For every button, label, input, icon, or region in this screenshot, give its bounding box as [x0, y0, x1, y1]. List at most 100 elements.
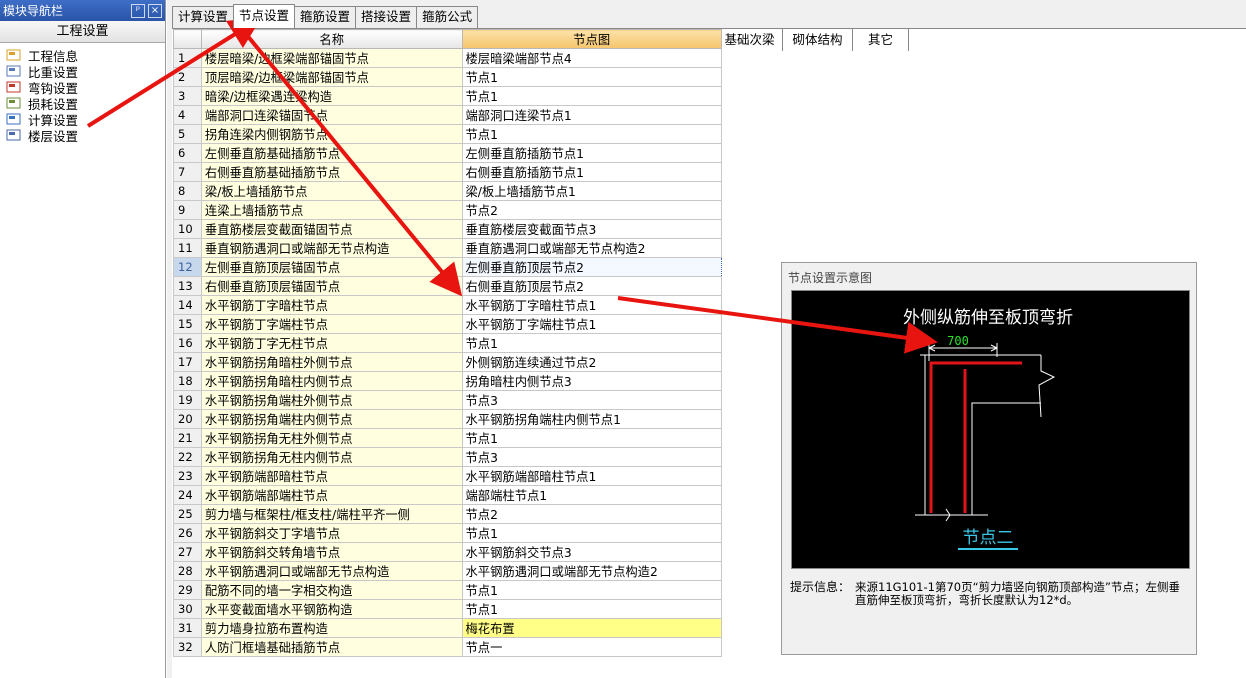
header-name[interactable]: 名称 — [200, 29, 463, 49]
tab-2[interactable]: 箍筋设置 — [294, 6, 357, 28]
row-number: 13 — [173, 276, 202, 296]
table-row[interactable]: 15 水平钢筋丁字端柱节点 水平钢筋丁字端柱节点1 — [173, 314, 722, 334]
table-row[interactable]: 16 水平钢筋丁字无柱节点 节点1 — [173, 333, 722, 353]
row-number: 6 — [173, 143, 202, 163]
table-row[interactable]: 19 水平钢筋拐角端柱外侧节点 节点3 — [173, 390, 722, 410]
row-node[interactable]: 节点2 — [461, 200, 722, 220]
table-row[interactable]: 23 水平钢筋端部暗柱节点 水平钢筋端部暗柱节点1 — [173, 466, 722, 486]
table-row[interactable]: 31 剪力墙身拉筋布置构造 梅花布置 — [173, 618, 722, 638]
loss-settings-icon — [6, 96, 22, 110]
row-name: 水平钢筋丁字端柱节点 — [200, 314, 463, 334]
table-row[interactable]: 1 楼层暗梁/边框梁端部锚固节点 楼层暗梁端部节点4 — [173, 48, 722, 68]
row-node[interactable]: 节点1 — [461, 580, 722, 600]
row-node[interactable]: 水平钢筋丁字暗柱节点1 — [461, 295, 722, 315]
row-node[interactable]: 节点1 — [461, 67, 722, 87]
row-node[interactable]: 水平钢筋端部暗柱节点1 — [461, 466, 722, 486]
table-row[interactable]: 27 水平钢筋斜交转角墙节点 水平钢筋斜交节点3 — [173, 542, 722, 562]
row-node[interactable]: 节点3 — [461, 390, 722, 410]
row-node[interactable]: 水平钢筋遇洞口或端部无节点构造2 — [461, 561, 722, 581]
table-row[interactable]: 4 端部洞口连梁锚固节点 端部洞口连梁节点1 — [173, 105, 722, 125]
row-name: 水平钢筋拐角无柱外侧节点 — [200, 428, 463, 448]
table-row[interactable]: 9 连梁上墙插筋节点 节点2 — [173, 200, 722, 220]
table-row[interactable]: 29 配筋不同的墙一字相交构造 节点1 — [173, 580, 722, 600]
row-number: 16 — [173, 333, 202, 353]
tab-4[interactable]: 箍筋公式 — [416, 6, 479, 28]
row-number: 28 — [173, 561, 202, 581]
row-number: 4 — [173, 105, 202, 125]
table-row[interactable]: 14 水平钢筋丁字暗柱节点 水平钢筋丁字暗柱节点1 — [173, 295, 722, 315]
row-node[interactable]: 垂直筋楼层变截面节点3 — [461, 219, 722, 239]
table-row[interactable]: 20 水平钢筋拐角端柱内侧节点 水平钢筋拐角端柱内侧节点1 — [173, 409, 722, 429]
table-row[interactable]: 18 水平钢筋拐角暗柱内侧节点 拐角暗柱内侧节点3 — [173, 371, 722, 391]
node-diagram: 外侧纵筋伸至板顶弯折 700 节点二 — [791, 290, 1190, 569]
table-row[interactable]: 22 水平钢筋拐角无柱内侧节点 节点3 — [173, 447, 722, 467]
row-node[interactable]: 节点一 — [461, 637, 722, 657]
header-node[interactable]: 节点图 — [461, 29, 722, 49]
row-node[interactable]: 水平钢筋拐角端柱内侧节点1 — [461, 409, 722, 429]
row-node[interactable]: 端部端柱节点1 — [461, 485, 722, 505]
table-row[interactable]: 5 拐角连梁内侧钢筋节点 节点1 — [173, 124, 722, 144]
table-row[interactable]: 6 左侧垂直筋基础插筋节点 左侧垂直筋插筋节点1 — [173, 143, 722, 163]
table-row[interactable]: 12 左侧垂直筋顶层锚固节点 左侧垂直筋顶层节点2 — [173, 257, 722, 277]
row-name: 水平钢筋拐角端柱内侧节点 — [200, 409, 463, 429]
row-node[interactable]: 节点1 — [461, 428, 722, 448]
tab-0[interactable]: 计算设置 — [172, 6, 235, 28]
row-node[interactable]: 节点1 — [461, 86, 722, 106]
row-node[interactable]: 节点2 — [461, 504, 722, 524]
row-name: 左侧垂直筋顶层锚固节点 — [200, 257, 463, 277]
row-node[interactable]: 右侧垂直筋顶层节点2 — [461, 276, 722, 296]
row-node[interactable]: 左侧垂直筋插筋节点1 — [461, 143, 722, 163]
table-row[interactable]: 10 垂直筋楼层变截面锚固节点 垂直筋楼层变截面节点3 — [173, 219, 722, 239]
table-row[interactable]: 3 暗梁/边框梁遇连梁构造 节点1 — [173, 86, 722, 106]
table-row[interactable]: 13 右侧垂直筋顶层锚固节点 右侧垂直筋顶层节点2 — [173, 276, 722, 296]
row-node[interactable]: 节点3 — [461, 447, 722, 467]
row-node[interactable]: 拐角暗柱内侧节点3 — [461, 371, 722, 391]
table-row[interactable]: 28 水平钢筋遇洞口或端部无节点构造 水平钢筋遇洞口或端部无节点构造2 — [173, 561, 722, 581]
row-node[interactable]: 垂直筋遇洞口或端部无节点构造2 — [461, 238, 722, 258]
tab-1[interactable]: 节点设置 — [233, 4, 296, 28]
hint-label: 提示信息： — [790, 580, 851, 594]
pin-icon[interactable]: ᵖ — [131, 3, 145, 18]
row-name: 顶层暗梁/边框梁端部锚固节点 — [200, 67, 463, 87]
row-node[interactable]: 节点1 — [461, 599, 722, 619]
table-row[interactable]: 11 垂直钢筋遇洞口或端部无节点构造 垂直筋遇洞口或端部无节点构造2 — [173, 238, 722, 258]
row-name: 人防门框墙基础插筋节点 — [200, 637, 463, 657]
row-number: 3 — [173, 86, 202, 106]
row-node[interactable]: 梁/板上墙插筋节点1 — [461, 181, 722, 201]
weight-settings-icon — [6, 64, 22, 78]
row-name: 水平钢筋拐角暗柱内侧节点 — [200, 371, 463, 391]
component-tab-8[interactable]: 基础次梁 — [717, 29, 783, 51]
table-row[interactable]: 26 水平钢筋斜交丁字墙节点 节点1 — [173, 523, 722, 543]
table-row[interactable]: 7 右侧垂直筋基础插筋节点 右侧垂直筋插筋节点1 — [173, 162, 722, 182]
table-row[interactable]: 21 水平钢筋拐角无柱外侧节点 节点1 — [173, 428, 722, 448]
row-node[interactable]: 节点1 — [461, 124, 722, 144]
row-node[interactable]: 节点1 — [461, 333, 722, 353]
calc-settings-icon — [6, 112, 22, 126]
row-node[interactable]: 右侧垂直筋插筋节点1 — [461, 162, 722, 182]
component-tab-9[interactable]: 砌体结构 — [783, 29, 853, 51]
table-row[interactable]: 25 剪力墙与框架柱/框支柱/端柱平齐一侧 节点2 — [173, 504, 722, 524]
row-number: 26 — [173, 523, 202, 543]
close-icon[interactable]: × — [148, 3, 162, 18]
row-node[interactable]: 梅花布置 — [461, 618, 722, 638]
row-node[interactable]: 外侧钢筋连续通过节点2 — [461, 352, 722, 372]
row-node[interactable]: 端部洞口连梁节点1 — [461, 105, 722, 125]
row-node[interactable]: 水平钢筋斜交节点3 — [461, 542, 722, 562]
row-number: 2 — [173, 67, 202, 87]
nav-item[interactable]: 楼层设置 — [6, 127, 165, 144]
table-row[interactable]: 30 水平变截面墙水平钢筋构造 节点1 — [173, 599, 722, 619]
table-row[interactable]: 24 水平钢筋端部端柱节点 端部端柱节点1 — [173, 485, 722, 505]
table-row[interactable]: 17 水平钢筋拐角暗柱外侧节点 外侧钢筋连续通过节点2 — [173, 352, 722, 372]
component-tab-10[interactable]: 其它 — [853, 29, 909, 51]
header-number — [173, 29, 202, 49]
table-row[interactable]: 2 顶层暗梁/边框梁端部锚固节点 节点1 — [173, 67, 722, 87]
row-node[interactable]: 节点1 — [461, 523, 722, 543]
table-row[interactable]: 32 人防门框墙基础插筋节点 节点一 — [173, 637, 722, 657]
project-info-icon — [6, 48, 22, 62]
nav-section-title[interactable]: 工程设置 — [0, 21, 165, 43]
row-node[interactable]: 楼层暗梁端部节点4 — [461, 48, 722, 68]
tab-3[interactable]: 搭接设置 — [355, 6, 418, 28]
row-node[interactable]: 左侧垂直筋顶层节点2 — [461, 257, 722, 277]
row-node[interactable]: 水平钢筋丁字端柱节点1 — [461, 314, 722, 334]
table-row[interactable]: 8 梁/板上墙插筋节点 梁/板上墙插筋节点1 — [173, 181, 722, 201]
